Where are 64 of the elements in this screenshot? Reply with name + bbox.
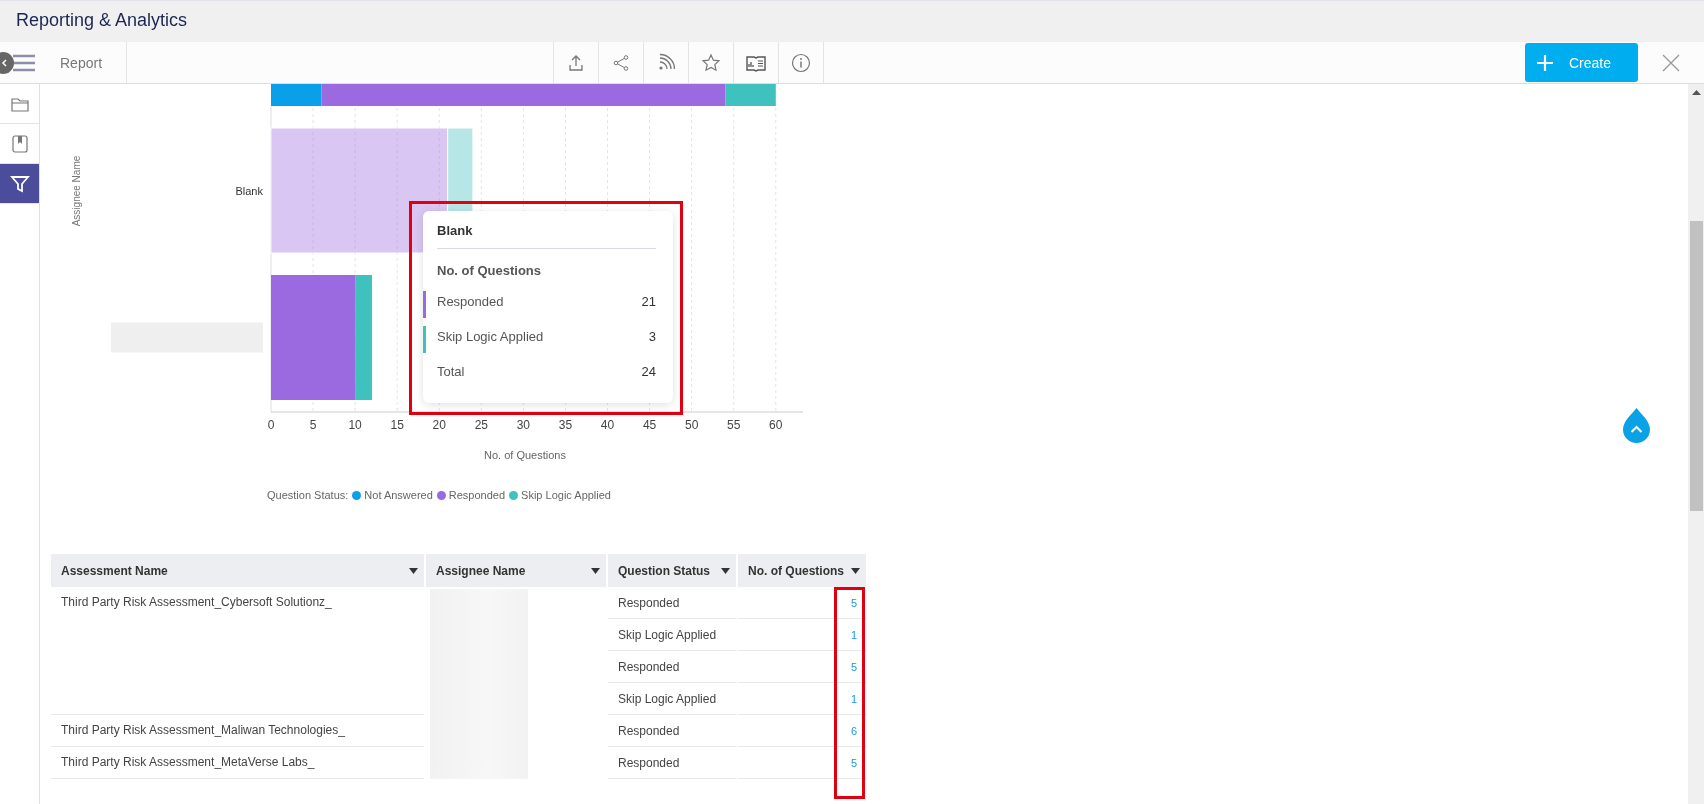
window-title: Reporting & Analytics (16, 9, 188, 32)
column-header[interactable]: Assessment Name (51, 554, 424, 587)
sidebar-item[interactable] (0, 164, 39, 204)
count-link[interactable]: 6 (850, 724, 857, 737)
menu-icon[interactable] (13, 53, 35, 72)
filter-icon (9, 173, 30, 194)
tick-label: 60 (769, 418, 783, 432)
close-icon (1662, 53, 1680, 72)
info-icon (790, 52, 812, 73)
tick-label: 45 (642, 418, 657, 432)
tick-label: 50 (684, 418, 699, 432)
tooltip-value: 21 (641, 294, 656, 309)
tick-label: 30 (516, 418, 531, 432)
caret-icon[interactable] (409, 567, 418, 574)
tooltip-title: Blank (437, 223, 656, 249)
table-cell: Responded (608, 715, 736, 747)
tick-label: 55 (727, 418, 741, 432)
table-cell: Skip Logic Applied (608, 619, 736, 651)
count-link[interactable]: 5 (850, 660, 857, 673)
tick-label: 0 (267, 418, 275, 432)
column-header[interactable]: No. of Questions (738, 554, 866, 587)
count-link[interactable]: 1 (850, 628, 857, 641)
scrollbar-thumb[interactable] (1690, 221, 1703, 511)
caret-icon[interactable] (721, 567, 730, 574)
bookmark-icon (9, 133, 30, 154)
legend-label[interactable]: Skip Logic Applied (521, 489, 611, 501)
legend-title: Question Status: (267, 489, 349, 501)
y-axis-title: Assignee Name (71, 155, 82, 227)
table-cell: Responded (608, 651, 736, 683)
count-link[interactable]: 1 (850, 692, 857, 705)
legend-label[interactable]: Responded (448, 489, 506, 501)
tick-label: 15 (390, 418, 404, 432)
tick-label: 35 (558, 418, 573, 432)
tooltip-label: Total (437, 364, 465, 379)
table-cell: Third Party Risk Assessment_MetaVerse Labs_ (51, 747, 424, 779)
table-cell: Responded (608, 587, 736, 619)
tick-label: 10 (348, 418, 362, 432)
plus-icon (1537, 54, 1553, 71)
tick-label: 40 (600, 418, 615, 432)
legend-label[interactable]: Not Answered (364, 489, 433, 501)
tick-label: 5 (309, 418, 317, 432)
column-header[interactable]: Question Status (608, 554, 736, 587)
table-cell: Third Party Risk Assessment_Cybersoft Solutionz_ (51, 587, 424, 715)
scroll-to-top-icon[interactable] (1623, 408, 1650, 443)
x-axis-title: No. of Questions (484, 449, 566, 461)
breadcrumb: Report (48, 42, 127, 83)
column-header[interactable]: Assignee Name (426, 554, 606, 587)
star-icon (700, 52, 722, 73)
table-cell: Third Party Risk Assessment_Maliwan Technologies_ (51, 715, 424, 747)
tick-label: 25 (474, 418, 488, 432)
table-cell: Skip Logic Applied (608, 683, 736, 715)
tooltip-value: 3 (648, 329, 656, 344)
count-link[interactable]: 5 (850, 596, 857, 609)
count-link[interactable]: 5 (850, 756, 857, 769)
table-cell: Responded (608, 747, 736, 779)
scroll-up-icon[interactable] (1691, 89, 1701, 95)
category-label: Blank (235, 184, 263, 197)
tooltip-label: Responded (437, 294, 504, 309)
tooltip-value: 24 (641, 364, 656, 379)
caret-icon[interactable] (851, 567, 860, 574)
tooltip-subtitle: No. of Questions (437, 263, 542, 278)
tooltip-label: Skip Logic Applied (437, 329, 544, 344)
tick-label: 20 (432, 418, 446, 432)
caret-icon[interactable] (591, 567, 600, 574)
